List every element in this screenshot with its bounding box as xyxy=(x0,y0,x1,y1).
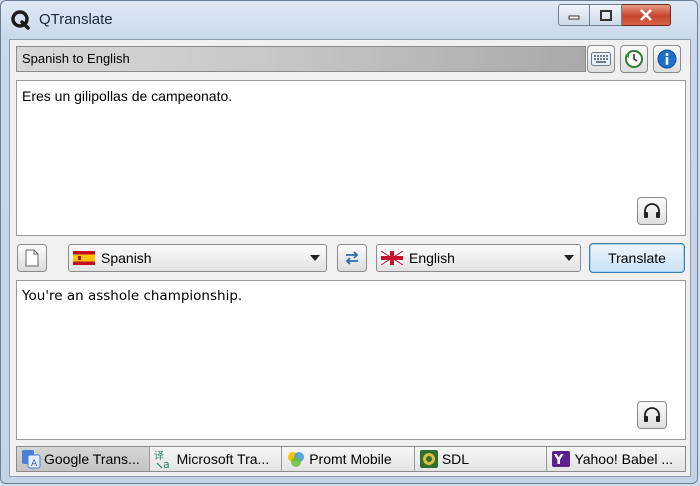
result-text: You're an asshole championship. xyxy=(22,288,243,304)
spain-flag-icon xyxy=(73,251,95,265)
source-language-label: Spanish xyxy=(101,250,152,266)
svg-text:a: a xyxy=(163,458,170,469)
yahoo-icon: Y xyxy=(551,449,571,469)
history-icon xyxy=(625,50,643,68)
maximize-button[interactable] xyxy=(590,4,622,26)
tab-google-translate[interactable]: A Google Trans... xyxy=(17,447,150,471)
chevron-down-icon xyxy=(564,255,574,261)
source-text-area[interactable]: Eres un gilipollas de campeonato. xyxy=(16,80,686,236)
tab-yahoo-babel[interactable]: Y Yahoo! Babel ... xyxy=(547,447,686,471)
headphones-icon xyxy=(644,407,660,422)
headphones-icon xyxy=(644,203,660,218)
qtranslate-logo-icon xyxy=(11,10,30,30)
google-translate-icon: A xyxy=(21,449,41,469)
chevron-down-icon xyxy=(310,255,320,261)
app-window: QTranslate Spanish to English Eres un gi… xyxy=(0,0,698,484)
translation-direction-bar: Spanish to English xyxy=(16,46,586,72)
close-icon xyxy=(640,9,652,21)
document-icon xyxy=(25,249,39,267)
history-button[interactable] xyxy=(620,45,648,73)
minimize-button[interactable] xyxy=(558,4,590,26)
listen-result-button[interactable] xyxy=(637,401,667,429)
maximize-icon xyxy=(599,9,612,21)
sdl-icon xyxy=(419,449,439,469)
tab-label: Microsoft Tra... xyxy=(176,451,270,467)
minimize-icon xyxy=(568,15,580,20)
translate-button[interactable]: Translate xyxy=(589,243,685,273)
title-bar[interactable]: QTranslate xyxy=(1,1,697,39)
uk-flag-icon xyxy=(381,251,403,265)
swap-languages-button[interactable] xyxy=(337,244,367,272)
tab-label: Promt Mobile xyxy=(309,451,392,467)
tab-label: SDL xyxy=(441,451,470,467)
promt-icon xyxy=(286,449,306,469)
tab-sdl[interactable]: SDL xyxy=(414,447,548,471)
source-language-select[interactable]: Spanish xyxy=(68,244,327,272)
swap-arrows-icon xyxy=(345,251,359,265)
new-document-button[interactable] xyxy=(17,244,47,272)
window-title: QTranslate xyxy=(39,11,113,28)
main-panel: Spanish to English Eres un gilipollas de… xyxy=(9,39,691,477)
tab-label: Google Trans... xyxy=(44,451,140,467)
keyboard-button[interactable] xyxy=(587,45,615,73)
keyboard-icon xyxy=(591,52,611,66)
target-language-label: English xyxy=(409,250,455,266)
tab-promt-mobile[interactable]: Promt Mobile xyxy=(282,447,415,471)
result-text-area[interactable]: You're an asshole championship. xyxy=(16,280,686,440)
tab-microsoft-translator[interactable]: 译a Microsoft Tra... xyxy=(149,447,283,471)
microsoft-translator-icon: 译a xyxy=(154,449,174,469)
tab-label: Yahoo! Babel ... xyxy=(574,451,674,467)
close-button[interactable] xyxy=(622,4,671,26)
translation-services-tabs: A Google Trans... 译a Microsoft Tra... Pr… xyxy=(16,446,686,472)
target-language-select[interactable]: English xyxy=(376,244,581,272)
info-icon xyxy=(657,49,677,69)
info-button[interactable] xyxy=(653,45,681,73)
source-text: Eres un gilipollas de campeonato. xyxy=(22,88,233,104)
listen-source-button[interactable] xyxy=(637,197,667,225)
svg-text:A: A xyxy=(31,459,38,469)
svg-text:Y: Y xyxy=(553,453,564,468)
